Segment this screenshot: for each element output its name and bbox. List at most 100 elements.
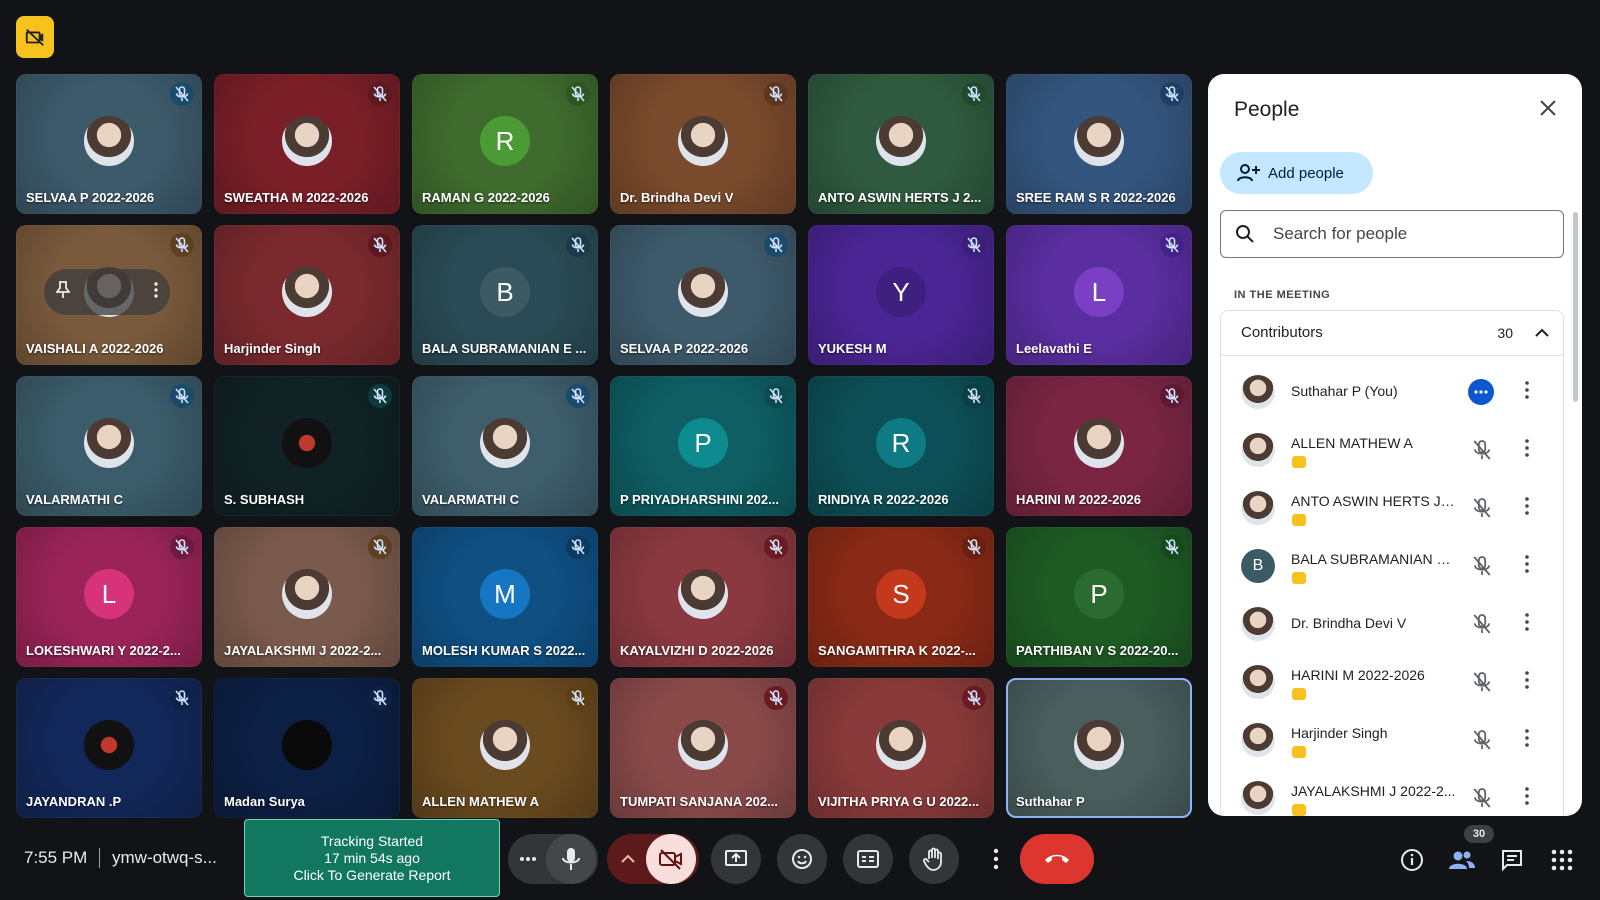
tracking-line2: 17 min 54s ago: [324, 849, 420, 866]
avatar: [1074, 116, 1124, 167]
participant-tile[interactable]: ALLEN MATHEW A: [412, 678, 598, 818]
self-audio-indicator[interactable]: [1468, 379, 1494, 405]
recording-badge[interactable]: [16, 16, 54, 58]
avatar-letter: B: [1241, 549, 1275, 583]
participant-tile[interactable]: Madan Surya: [214, 678, 400, 818]
contributors-header[interactable]: Contributors 30: [1241, 324, 1549, 341]
list-item[interactable]: JAYALAKSHMI J 2022-2...: [1221, 769, 1563, 816]
panel-scrollbar[interactable]: [1573, 212, 1578, 402]
participant-tile[interactable]: L Leelavathi E: [1006, 225, 1192, 365]
person-more-button[interactable]: [1525, 671, 1529, 694]
participant-tile[interactable]: P P PRIYADHARSHINI 202...: [610, 376, 796, 516]
pin-button[interactable]: [55, 280, 71, 304]
participant-tile[interactable]: Dr. Brindha Devi V: [610, 74, 796, 214]
avatar: [1241, 491, 1275, 525]
chat-button[interactable]: [1498, 846, 1526, 874]
person-more-button[interactable]: [1525, 613, 1529, 636]
raise-hand-button[interactable]: [909, 834, 959, 884]
person-more-button[interactable]: [1525, 381, 1529, 404]
mute-participant-button[interactable]: [1473, 671, 1491, 698]
video-options-button[interactable]: [610, 854, 646, 864]
participant-tile[interactable]: ANTO ASWIN HERTS J 2...: [808, 74, 994, 214]
person-more-button[interactable]: [1525, 439, 1529, 462]
person-name: ALLEN MATHEW A: [1291, 435, 1413, 451]
mute-participant-button[interactable]: [1473, 787, 1491, 814]
tile-more-button[interactable]: [154, 281, 158, 303]
participant-tile[interactable]: S. SUBHASH: [214, 376, 400, 516]
participant-name: Harjinder Singh: [224, 341, 321, 356]
participant-tile[interactable]: SELVAA P 2022-2026: [610, 225, 796, 365]
participant-tile[interactable]: P PARTHIBAN V S 2022-20...: [1006, 527, 1192, 667]
participant-tile[interactable]: S SANGAMITHRA K 2022-...: [808, 527, 994, 667]
participant-tile[interactable]: VAISHALI A 2022-2026: [16, 225, 202, 365]
leave-call-button[interactable]: [1020, 834, 1094, 884]
muted-indicator: [170, 686, 194, 710]
participant-tile[interactable]: JAYALAKSHMI J 2022-2...: [214, 527, 400, 667]
list-item[interactable]: Suthahar P (You): [1221, 363, 1563, 421]
participant-tile[interactable]: VALARMATHI C: [412, 376, 598, 516]
participant-tile[interactable]: VIJITHA PRIYA G U 2022...: [808, 678, 994, 818]
list-item[interactable]: ALLEN MATHEW A: [1221, 421, 1563, 479]
list-item[interactable]: Harjinder Singh: [1221, 711, 1563, 769]
participant-tile[interactable]: M MOLESH KUMAR S 2022...: [412, 527, 598, 667]
list-item[interactable]: HARINI M 2022-2026: [1221, 653, 1563, 711]
list-item[interactable]: B BALA SUBRAMANIAN E ...: [1221, 537, 1563, 595]
camera-off-badge: [1292, 804, 1306, 816]
muted-indicator: [368, 535, 392, 559]
mic-off-icon: [1473, 672, 1491, 692]
camera-button[interactable]: [646, 834, 696, 884]
more-options-button[interactable]: [978, 834, 1014, 884]
participant-tile[interactable]: VALARMATHI C: [16, 376, 202, 516]
mic-off-icon: [571, 539, 585, 555]
participant-tile[interactable]: Suthahar P: [1006, 678, 1192, 818]
close-panel-button[interactable]: [1534, 94, 1562, 122]
tracking-report-button[interactable]: Tracking Started 17 min 54s ago Click To…: [244, 819, 500, 897]
participant-tile[interactable]: KAYALVIZHI D 2022-2026: [610, 527, 796, 667]
participant-tile[interactable]: JAYANDRAN .P: [16, 678, 202, 818]
microphone-button[interactable]: [546, 834, 596, 884]
person-more-button[interactable]: [1525, 497, 1529, 520]
participant-tile[interactable]: R RAMAN G 2022-2026: [412, 74, 598, 214]
more-vertical-icon: [1525, 439, 1529, 457]
meeting-details-button[interactable]: [1398, 846, 1426, 874]
participant-tile[interactable]: SWEATHA M 2022-2026: [214, 74, 400, 214]
person-more-button[interactable]: [1525, 787, 1529, 810]
audio-options-button[interactable]: [510, 856, 546, 862]
participant-tile[interactable]: SELVAA P 2022-2026: [16, 74, 202, 214]
mute-participant-button[interactable]: [1473, 439, 1491, 466]
people-button[interactable]: [1448, 846, 1476, 874]
mute-participant-button[interactable]: [1473, 497, 1491, 524]
person-more-button[interactable]: [1525, 729, 1529, 752]
participant-tile[interactable]: Harjinder Singh: [214, 225, 400, 365]
more-vertical-icon: [1525, 787, 1529, 805]
participant-tile[interactable]: B BALA SUBRAMANIAN E ...: [412, 225, 598, 365]
participant-tile[interactable]: Y YUKESH M: [808, 225, 994, 365]
participant-tile[interactable]: HARINI M 2022-2026: [1006, 376, 1192, 516]
participant-tile[interactable]: L LOKESHWARI Y 2022-2...: [16, 527, 202, 667]
search-input[interactable]: [1271, 223, 1535, 245]
add-people-button[interactable]: Add people: [1220, 152, 1373, 194]
participant-name: TUMPATI SANJANA 202...: [620, 794, 778, 809]
mute-participant-button[interactable]: [1473, 729, 1491, 756]
search-icon: [1236, 225, 1254, 243]
more-horizontal-icon: [520, 857, 536, 861]
participant-name: P PRIYADHARSHINI 202...: [620, 492, 779, 507]
participant-name: LOKESHWARI Y 2022-2...: [26, 643, 181, 658]
more-vertical-icon: [1525, 555, 1529, 573]
muted-indicator: [764, 233, 788, 257]
list-item[interactable]: Dr. Brindha Devi V: [1221, 595, 1563, 653]
captions-button[interactable]: [843, 834, 893, 884]
participant-tile[interactable]: SREE RAM S R 2022-2026: [1006, 74, 1192, 214]
list-item[interactable]: ANTO ASWIN HERTS J 2...: [1221, 479, 1563, 537]
mic-off-icon: [769, 539, 783, 555]
mute-participant-button[interactable]: [1473, 555, 1491, 582]
mute-participant-button[interactable]: [1473, 613, 1491, 640]
present-button[interactable]: [711, 834, 761, 884]
mic-off-icon: [373, 539, 387, 555]
person-more-button[interactable]: [1525, 555, 1529, 578]
activities-button[interactable]: [1548, 846, 1576, 874]
participant-tile[interactable]: TUMPATI SANJANA 202...: [610, 678, 796, 818]
participant-tile[interactable]: R RINDIYA R 2022-2026: [808, 376, 994, 516]
reactions-button[interactable]: [777, 834, 827, 884]
camera-control: [607, 834, 699, 884]
